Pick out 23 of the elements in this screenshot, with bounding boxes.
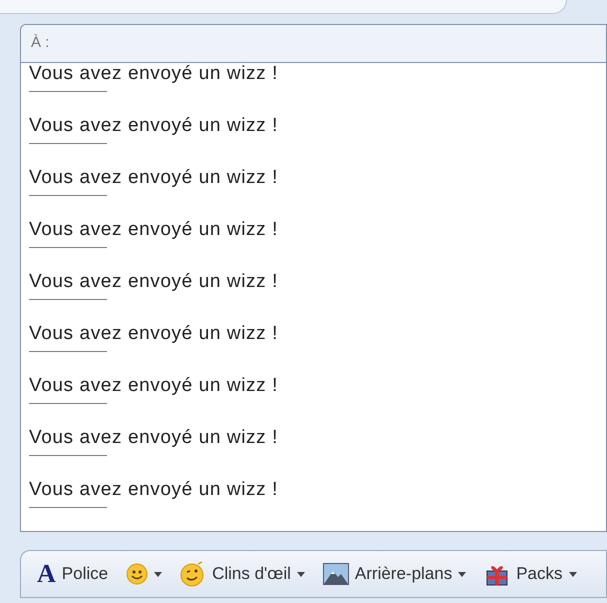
message-text: Vous avez envoyé un wizz ! [29,115,280,137]
wink-button[interactable]: Clins d'œil [180,561,305,587]
message-text: Vous avez envoyé un wizz ! [29,271,280,293]
message-text: Vous avez envoyé un wizz ! [29,479,280,501]
font-icon: A [37,561,56,587]
message-text: Vous avez envoyé un wizz ! [29,63,280,85]
recipient-label: À : [31,33,50,54]
emoticon-button[interactable] [126,563,162,585]
smiley-icon [126,563,148,585]
message-text: Vous avez envoyé un wizz ! [29,219,280,241]
background-button[interactable]: Arrière-plans [322,561,466,587]
message-text: Vous avez envoyé un wizz ! [29,167,280,189]
caret-icon [154,572,162,576]
gift-button[interactable]: Packs [484,561,577,587]
landscape-image-icon [322,563,349,585]
caret-icon [458,572,466,576]
font-button[interactable]: A Police [37,561,108,587]
message-text: Vous avez envoyé un wizz ! [29,375,280,397]
message-text: Vous avez envoyé un wizz ! [29,323,280,345]
caret-icon [568,572,577,576]
message-text: Vous avez envoyé un wizz ! [29,427,280,449]
caret-icon [296,572,305,576]
winking-face-icon [180,561,206,587]
